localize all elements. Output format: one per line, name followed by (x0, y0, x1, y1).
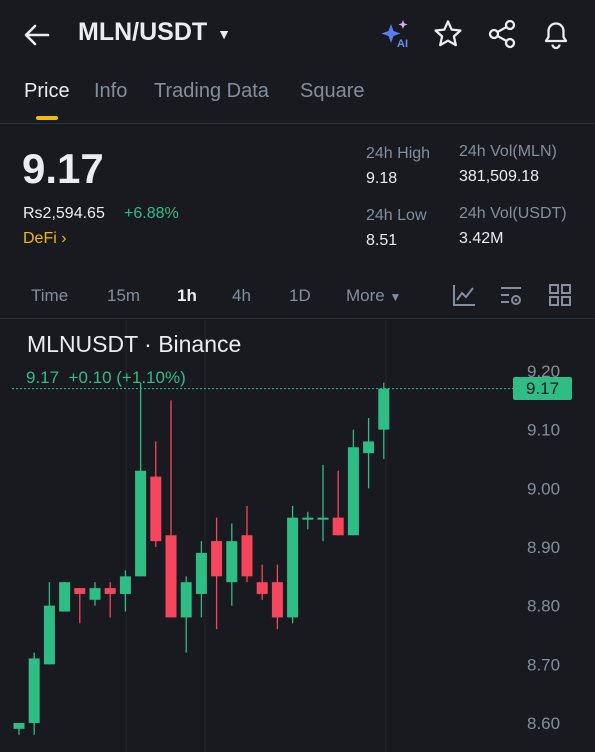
category-tag-label: DeFi (23, 230, 57, 247)
candle-body (211, 541, 223, 577)
candle-body (135, 470, 147, 577)
star-icon[interactable] (432, 18, 464, 50)
candle-body (317, 517, 329, 520)
chart-title: MLNUSDT · Binance (27, 331, 242, 357)
y-tick-label: 8.60 (527, 714, 560, 733)
svg-text:AI: AI (397, 38, 408, 50)
chart-settings-icon[interactable] (498, 282, 524, 308)
tab-info[interactable]: Info (94, 80, 127, 103)
vol-quote-label: 24h Vol(USDT) (459, 205, 567, 222)
category-tag[interactable]: DeFi › (23, 230, 67, 248)
fiat-price: Rs2,594.65 (23, 205, 105, 222)
timeframe-15m[interactable]: 15m (107, 286, 140, 306)
candle-body (89, 588, 101, 600)
layout-grid-icon[interactable] (547, 282, 573, 308)
candle-body (13, 723, 25, 729)
ai-sparkle-icon[interactable]: AI (380, 18, 412, 50)
indicator-icon[interactable] (451, 282, 477, 308)
divider (0, 123, 595, 124)
high-label: 24h High (366, 145, 431, 162)
y-tick-label: 8.80 (527, 597, 560, 616)
chevron-right-icon: › (61, 230, 67, 247)
candle-body (287, 517, 299, 618)
candle-body (195, 552, 207, 594)
timeframe-1h[interactable]: 1h (177, 286, 197, 306)
bell-icon[interactable] (540, 18, 572, 50)
y-tick-label: 8.70 (527, 655, 560, 674)
tab-trading-data[interactable]: Trading Data (154, 80, 269, 103)
last-price-marker: 9.17 (513, 377, 572, 400)
candle-body (332, 517, 344, 536)
candle-body (302, 517, 314, 520)
caret-down-icon: ▼ (389, 290, 402, 304)
candle-body (74, 588, 86, 594)
low-value: 8.51 (366, 232, 398, 249)
y-tick-label: 9.10 (527, 421, 560, 440)
candle-body (59, 582, 71, 612)
chart-ohlc-summary: 9.17 +0.10 (+1.10%) (26, 368, 186, 387)
candle-body (165, 535, 177, 618)
timeframe-more-label: More (346, 286, 385, 305)
tab-price[interactable]: Price (24, 80, 70, 103)
candle-body (119, 576, 131, 594)
top-bar: MLN/USDT ▼ AI (0, 0, 595, 70)
candle-body (180, 582, 192, 618)
y-tick-label: 9.00 (527, 479, 560, 498)
timeframe-4h[interactable]: 4h (232, 286, 251, 306)
timeframe-1d[interactable]: 1D (289, 286, 311, 306)
timeframe-time[interactable]: Time (31, 286, 68, 306)
timeframe-bar: Time 15m 1h 4h 1D More ▼ (0, 278, 595, 314)
candle-body (378, 388, 390, 430)
pair-name: MLN/USDT (78, 18, 208, 46)
tab-square[interactable]: Square (300, 80, 365, 103)
divider (0, 318, 595, 319)
share-icon[interactable] (486, 18, 518, 50)
candle-body (363, 441, 375, 454)
vol-base-value: 381,509.18 (459, 168, 540, 185)
candle-body (104, 588, 116, 594)
high-value: 9.18 (366, 170, 398, 187)
vol-base-label: 24h Vol(MLN) (459, 143, 557, 160)
low-label: 24h Low (366, 207, 427, 224)
candle-body (241, 535, 253, 577)
last-price: 9.17 (22, 145, 104, 192)
candle-body (43, 605, 55, 665)
candle-body (226, 541, 238, 583)
price-change-percent: +6.88% (124, 205, 179, 222)
back-arrow-icon[interactable] (22, 20, 52, 50)
candle-body (347, 447, 359, 536)
vol-quote-value: 3.42M (459, 230, 504, 247)
candle-body (256, 582, 268, 594)
y-tick-label: 8.90 (527, 538, 560, 557)
chevron-down-icon: ▼ (217, 25, 232, 42)
candle-body (150, 476, 162, 542)
timeframe-more[interactable]: More ▼ (346, 286, 401, 306)
page-tabs: Price Info Trading Data Square (0, 78, 595, 124)
active-tab-indicator (36, 116, 58, 120)
candle-body (28, 658, 40, 723)
pair-selector[interactable]: MLN/USDT ▼ (78, 18, 231, 47)
candle-body (271, 582, 283, 618)
